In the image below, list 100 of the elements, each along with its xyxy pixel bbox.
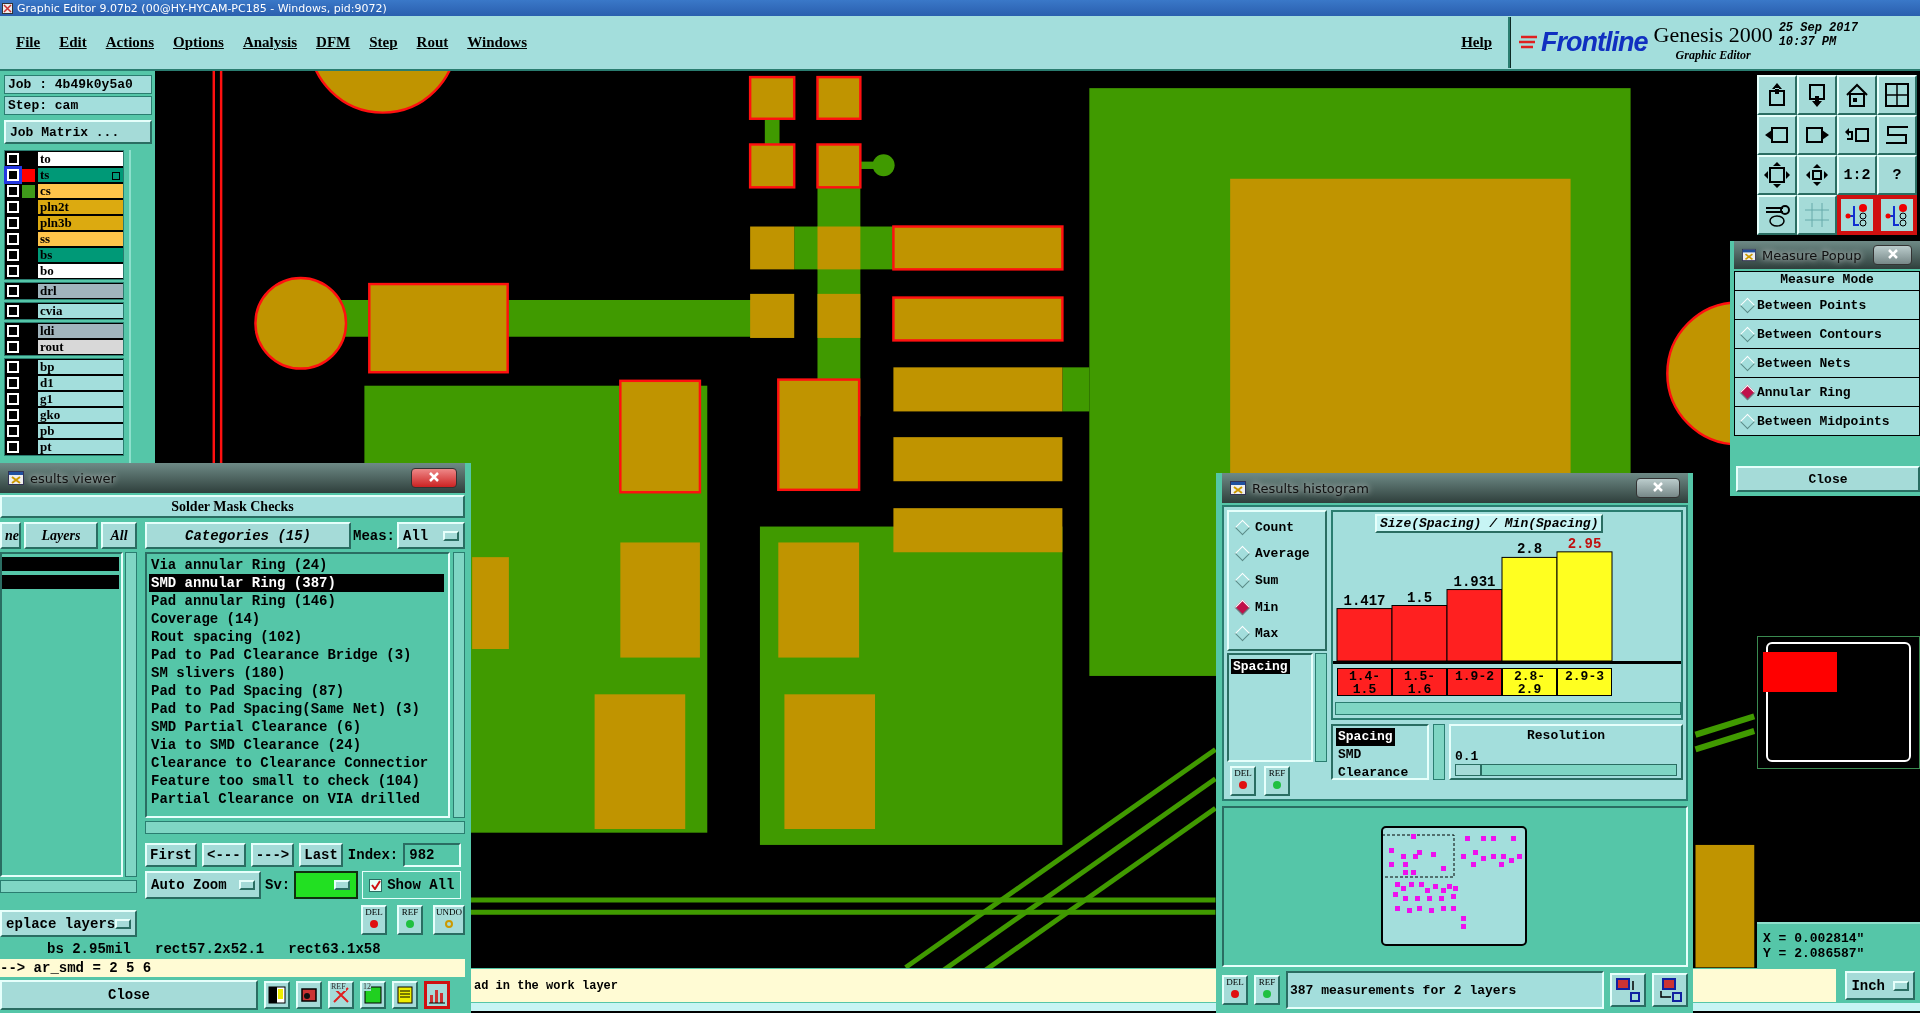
layer-row[interactable]: g1 <box>5 391 123 407</box>
layer-name-field[interactable]: pb <box>38 424 123 438</box>
radio-option[interactable]: Between Midpoints <box>1734 407 1920 436</box>
layer-checkbox[interactable] <box>7 265 19 277</box>
layer-row[interactable]: cvia <box>5 303 123 319</box>
category-item[interactable]: Via to SMD Clearance (24) <box>149 736 444 755</box>
tool-button[interactable]: UNDO <box>433 905 465 936</box>
layer-name-field[interactable]: bp <box>38 360 123 374</box>
layer-name-field[interactable]: rout <box>38 340 123 354</box>
menu-item[interactable]: Edit <box>59 34 87 51</box>
layer-row[interactable]: bo <box>5 263 123 279</box>
layer-checkbox[interactable] <box>7 185 19 197</box>
tool-button[interactable]: DEL <box>361 905 387 936</box>
category-item[interactable]: SMD annular Ring (387) <box>149 574 444 593</box>
layer-name-field[interactable]: pt <box>38 440 123 454</box>
radio-option[interactable]: Count <box>1234 519 1325 535</box>
list-item[interactable]: Clearance <box>1336 764 1411 782</box>
close-button[interactable]: Close <box>1736 466 1920 492</box>
tool-button[interactable]: REF <box>397 905 423 936</box>
layer-row[interactable]: to <box>5 151 123 167</box>
layer-row[interactable]: pt <box>5 439 123 455</box>
show-all-checkbox[interactable]: Show All <box>362 871 462 900</box>
layer-checkbox[interactable] <box>7 409 19 421</box>
tool-button[interactable]: REF <box>328 981 354 1009</box>
sv-dropdown[interactable] <box>294 871 359 900</box>
layer-row[interactable]: pb <box>5 423 123 439</box>
category-item[interactable]: Feature too small to check (104) <box>149 772 444 791</box>
category-item[interactable]: Pad to Pad Spacing (87) <box>149 682 444 701</box>
layer-row[interactable]: gko <box>5 407 123 423</box>
category-item[interactable]: Via annular Ring (24) <box>149 556 444 575</box>
menu-item[interactable]: Options <box>173 34 224 51</box>
layer-checkbox[interactable] <box>7 441 19 453</box>
nav-button[interactable]: Last <box>299 843 343 868</box>
list-item[interactable]: Spacing <box>1336 728 1395 746</box>
layer-checkbox[interactable] <box>7 285 19 297</box>
tool-button[interactable]: DEL <box>1222 975 1248 1005</box>
tool-button[interactable]: REF <box>1254 975 1280 1005</box>
tool-button[interactable]: DEL <box>1230 766 1256 796</box>
list-item[interactable]: Spacing <box>1231 658 1290 674</box>
import-button[interactable] <box>1652 973 1688 1007</box>
radio-option[interactable]: Max <box>1234 626 1325 642</box>
layer-checkbox[interactable] <box>7 169 19 181</box>
close-button[interactable] <box>1873 245 1912 265</box>
replace-dropdown[interactable]: eplace layers <box>0 910 137 938</box>
layer-name-field[interactable]: drl <box>38 284 123 298</box>
scrollbar[interactable] <box>0 880 137 894</box>
layer-name-field[interactable]: ss <box>38 232 123 246</box>
toolbar-button[interactable]: ? <box>1877 155 1917 195</box>
layer-row[interactable]: drl <box>5 283 123 299</box>
radio-option[interactable]: Between Points <box>1734 291 1920 320</box>
tab-button[interactable]: All <box>101 522 137 550</box>
radio-option[interactable]: Between Contours <box>1734 320 1920 349</box>
menu-item[interactable]: Step <box>369 34 398 51</box>
help-menu[interactable]: Help <box>1461 34 1492 51</box>
units-dropdown[interactable]: Inch <box>1845 971 1915 1000</box>
close-button[interactable] <box>1636 478 1680 498</box>
list-item[interactable]: SMD <box>1336 746 1364 764</box>
category-item[interactable]: Coverage (14) <box>149 610 444 629</box>
menu-item[interactable]: File <box>16 34 41 51</box>
layer-name-field[interactable]: cvia <box>38 304 123 318</box>
layer-name-field[interactable]: ts <box>38 168 123 182</box>
layer-row[interactable]: cs <box>5 183 123 199</box>
radio-option[interactable]: Between Nets <box>1734 349 1920 378</box>
category-item[interactable]: Partial Clearance on VIA drilled <box>149 790 444 809</box>
scrollbar[interactable] <box>125 552 137 878</box>
tab-button[interactable]: ne <box>0 522 21 550</box>
layer-row[interactable]: rout <box>5 339 123 355</box>
tab-button[interactable]: Layers <box>24 522 98 550</box>
zoom-dropdown[interactable]: Auto Zoom <box>145 871 261 900</box>
radio-option[interactable]: Average <box>1234 546 1325 562</box>
radio-option[interactable]: Sum <box>1234 572 1325 588</box>
toolbar-button[interactable] <box>1837 195 1877 235</box>
category-item[interactable]: SMD Partial Clearance (6) <box>149 718 444 737</box>
category-item[interactable]: Pad to Pad Clearance Bridge (3) <box>149 646 444 665</box>
layer-row[interactable]: ss <box>5 231 123 247</box>
layer-checkbox[interactable] <box>7 305 19 317</box>
tool-button[interactable]: REF <box>1264 766 1290 796</box>
job-matrix-button[interactable]: Job Matrix ... <box>4 120 152 144</box>
close-button[interactable]: Close <box>0 980 258 1010</box>
layer-checkbox[interactable] <box>7 341 19 353</box>
categories-button[interactable]: Categories (15) <box>145 522 351 550</box>
category-item[interactable]: Pad annular Ring (146) <box>149 592 444 611</box>
layer-checkbox[interactable] <box>7 233 19 245</box>
menu-item[interactable]: Analysis <box>242 34 298 51</box>
layer-row[interactable]: bs <box>5 247 123 263</box>
layer-checkbox[interactable] <box>7 217 19 229</box>
scrollbar[interactable] <box>1335 702 1681 715</box>
layer-checkbox[interactable] <box>7 393 19 405</box>
layer-row[interactable]: bp <box>5 359 123 375</box>
layer-name-field[interactable]: cs <box>38 184 123 198</box>
category-item[interactable]: Rout spacing (102) <box>149 628 444 647</box>
toolbar-button[interactable] <box>1877 195 1917 235</box>
close-button[interactable] <box>411 468 457 488</box>
layer-checkbox[interactable] <box>7 325 19 337</box>
nav-button[interactable]: <--- <box>202 843 246 868</box>
layer-row[interactable]: ldi <box>5 323 123 339</box>
radio-option[interactable]: Min <box>1234 599 1325 615</box>
layer-row[interactable]: d1 <box>5 375 123 391</box>
layer-checkbox[interactable] <box>7 201 19 213</box>
category-item[interactable]: SM slivers (180) <box>149 664 444 683</box>
